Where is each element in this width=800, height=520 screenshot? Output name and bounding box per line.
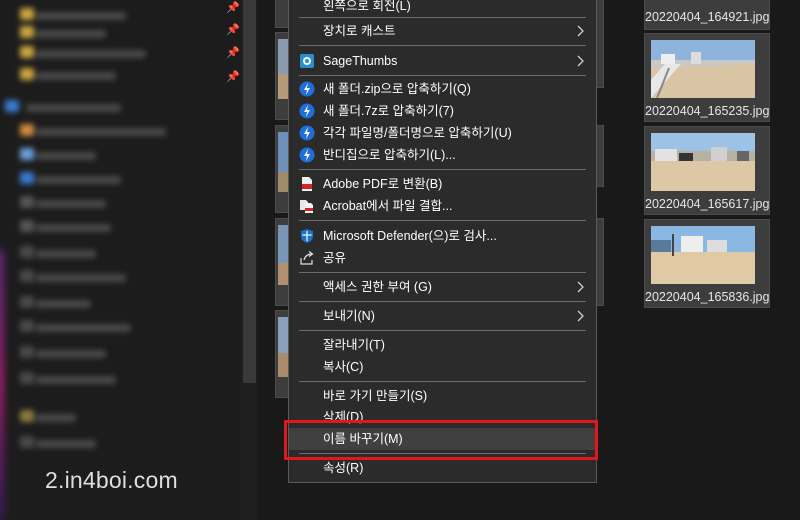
bandizip-icon <box>299 147 315 163</box>
beach-photo-thumbnail <box>651 40 755 98</box>
menu-item-label: SageThumbs <box>323 54 398 68</box>
file-tile[interactable] <box>596 0 604 88</box>
menu-separator <box>299 272 586 273</box>
pin-icon[interactable]: 📌 <box>226 47 240 59</box>
chevron-right-icon <box>577 55 584 67</box>
defender-shield-icon <box>301 229 313 243</box>
share-icon <box>300 251 314 265</box>
context-menu[interactable]: 왼쪽으로 회전(L) 장치로 캐스트 SageThumbs 새 폴더.zip으로… <box>288 0 597 483</box>
menu-item-give-access[interactable]: 액세스 권한 부여 (G) <box>289 276 596 298</box>
menu-separator <box>299 169 586 170</box>
menu-item-label: 바로 가기 만들기(S) <box>323 389 428 403</box>
menu-item-label: 복사(C) <box>323 360 364 374</box>
menu-item-label: 잘라내기(T) <box>323 338 385 352</box>
bandizip-icon <box>299 81 315 97</box>
menu-item-copy[interactable]: 복사(C) <box>289 356 596 378</box>
chevron-right-icon <box>577 25 584 37</box>
menu-separator <box>299 17 586 18</box>
menu-item-zip-compress[interactable]: 새 폴더.zip으로 압축하기(Q) <box>289 78 596 100</box>
menu-item-share[interactable]: 공유 <box>289 247 596 269</box>
menu-item-label: 각각 파일명/폴더명으로 압축하기(U) <box>323 126 512 140</box>
thumbnail-filename: 20220404_164921.jpg <box>645 10 770 24</box>
red-highlight-annotation <box>284 420 598 460</box>
menu-separator <box>299 330 586 331</box>
menu-item-label: Microsoft Defender(으)로 검사... <box>323 229 497 243</box>
pin-icon[interactable]: 📌 <box>226 24 240 36</box>
menu-item-defender-scan[interactable]: Microsoft Defender(으)로 검사... <box>289 225 596 247</box>
menu-separator <box>299 301 586 302</box>
menu-item-7z-compress[interactable]: 새 폴더.7z로 압축하기(7) <box>289 100 596 122</box>
file-tile[interactable] <box>596 125 604 187</box>
acrobat-combine-icon <box>300 200 313 213</box>
menu-item-label: Adobe PDF로 변환(B) <box>323 177 443 191</box>
beach-photo-thumbnail <box>651 226 755 284</box>
pin-icon[interactable]: 📌 <box>226 2 240 14</box>
bandizip-icon <box>299 125 315 141</box>
menu-item-label: 왼쪽으로 회전(L) <box>323 0 411 13</box>
adobe-pdf-icon <box>302 177 312 191</box>
beach-photo-thumbnail <box>651 133 755 191</box>
thumbnail-filename: 20220404_165235.jpg <box>645 104 770 118</box>
menu-item-label: Acrobat에서 파일 결합... <box>323 199 453 213</box>
menu-item-send-to[interactable]: 보내기(N) <box>289 305 596 327</box>
menu-item-rotate-left[interactable]: 왼쪽으로 회전(L) <box>289 0 596 17</box>
menu-item-acrobat-combine[interactable]: Acrobat에서 파일 결합... <box>289 195 596 217</box>
menu-item-label: 새 폴더.7z로 압축하기(7) <box>323 104 454 118</box>
menu-item-adobe-pdf-convert[interactable]: Adobe PDF로 변환(B) <box>289 173 596 195</box>
pin-icon[interactable]: 📌 <box>226 71 240 83</box>
menu-separator <box>299 45 586 46</box>
image-thumbnail-tile[interactable]: 20220404_165235.jpg <box>644 33 770 122</box>
file-tile[interactable] <box>596 218 604 306</box>
menu-item-cast-to-device[interactable]: 장치로 캐스트 <box>289 20 596 42</box>
watermark-text: 2.in4boi.com <box>45 467 178 493</box>
menu-item-label: 새 폴더.zip으로 압축하기(Q) <box>323 82 471 96</box>
menu-separator <box>299 75 586 76</box>
menu-item-bandizip-compress[interactable]: 반디집으로 압축하기(L)... <box>289 144 596 166</box>
image-thumbnail-tile[interactable]: 20220404_165836.jpg <box>644 219 770 308</box>
menu-item-properties[interactable]: 속성(R) <box>289 457 596 479</box>
menu-item-label: 반디집으로 압축하기(L)... <box>323 148 456 162</box>
nav-scrollbar-thumb[interactable] <box>243 0 256 383</box>
menu-item-label: 속성(R) <box>323 461 364 475</box>
bandizip-icon <box>299 103 315 119</box>
menu-item-label: 공유 <box>323 251 347 265</box>
menu-separator <box>299 220 586 221</box>
menu-separator <box>299 381 586 382</box>
navigation-pane[interactable]: 📌 📌 📌 📌 2.in4boi.com <box>0 0 258 520</box>
menu-item-create-shortcut[interactable]: 바로 가기 만들기(S) <box>289 385 596 407</box>
desktop-glow-edge <box>0 250 4 520</box>
menu-item-compress-each[interactable]: 각각 파일명/폴더명으로 압축하기(U) <box>289 122 596 144</box>
thumbnail-filename: 20220404_165836.jpg <box>645 290 770 304</box>
navigation-pane-blurred-content <box>0 0 258 520</box>
menu-item-sagethumbs[interactable]: SageThumbs <box>289 50 596 72</box>
chevron-right-icon <box>577 310 584 322</box>
menu-item-label: 장치로 캐스트 <box>323 24 396 38</box>
image-thumbnail-tile[interactable]: 20220404_165617.jpg <box>644 126 770 215</box>
thumbnail-filename: 20220404_165617.jpg <box>645 197 770 211</box>
chevron-right-icon <box>577 281 584 293</box>
menu-item-label: 액세스 권한 부여 (G) <box>323 280 432 294</box>
sagethumbs-icon <box>300 54 314 68</box>
menu-item-label: 보내기(N) <box>323 309 375 323</box>
menu-item-cut[interactable]: 잘라내기(T) <box>289 334 596 356</box>
image-thumbnail-tile[interactable]: 20220404_164921.jpg <box>644 0 770 30</box>
